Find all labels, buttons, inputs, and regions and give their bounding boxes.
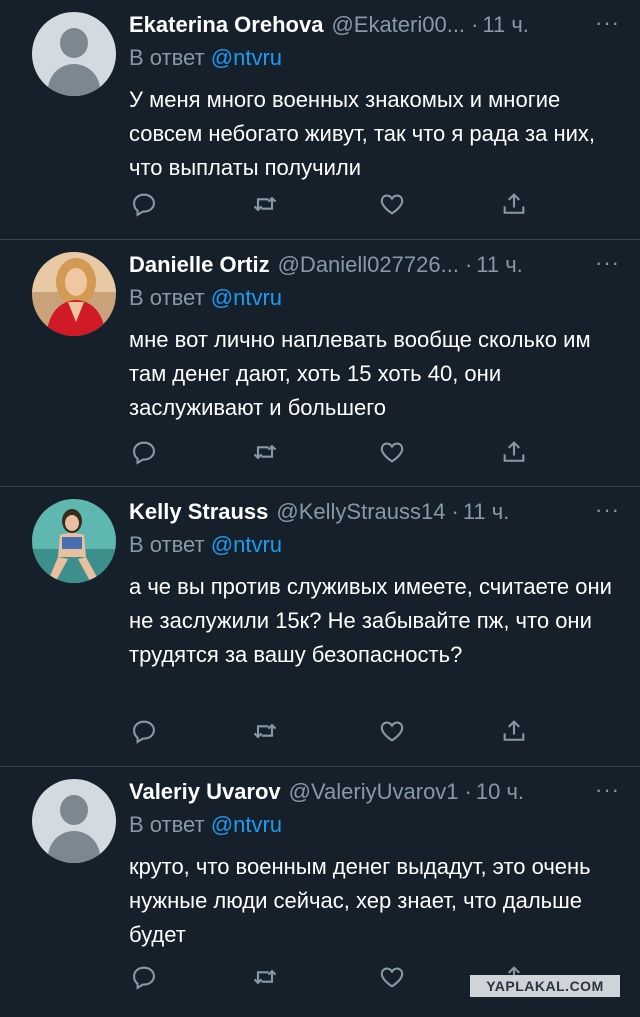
timestamp[interactable]: 11 ч. <box>482 12 529 38</box>
share-icon[interactable] <box>500 438 528 466</box>
reply-icon[interactable] <box>130 717 158 745</box>
separator-dot: · <box>464 252 473 277</box>
like-icon[interactable] <box>378 190 406 218</box>
tweet-text: круто, что военным денег выдадут, это оч… <box>129 854 591 947</box>
like-icon[interactable] <box>378 963 406 991</box>
retweet-icon[interactable] <box>251 963 279 991</box>
avatar[interactable] <box>32 779 116 863</box>
user-handle[interactable]: @ValeriyUvarov1 <box>289 779 459 805</box>
like-icon[interactable] <box>378 438 406 466</box>
tweet-header: Valeriy Uvarov @ValeriyUvarov1 · 10 ч. ·… <box>129 777 620 807</box>
retweet-icon[interactable] <box>251 190 279 218</box>
tweet-header: Kelly Strauss @KellyStrauss14 · 11 ч. ··… <box>129 497 620 527</box>
user-handle[interactable]: @Ekateri00... <box>331 12 465 38</box>
user-handle[interactable]: @KellyStrauss14 <box>276 499 445 525</box>
more-options-icon[interactable]: ··· <box>595 250 620 276</box>
tweet-text: У меня много военных знакомых и многие с… <box>129 87 596 180</box>
more-options-icon[interactable]: ··· <box>595 777 620 803</box>
display-name[interactable]: Ekaterina Orehova <box>129 12 323 38</box>
reply-context: В ответ @ntvru <box>129 812 282 838</box>
mention-link[interactable]: @ntvru <box>211 45 282 70</box>
mention-link[interactable]: @ntvru <box>211 812 282 837</box>
reply-context: В ответ @ntvru <box>129 532 282 558</box>
more-options-icon[interactable]: ··· <box>595 497 620 523</box>
timestamp[interactable]: 10 ч. <box>476 779 524 805</box>
avatar[interactable] <box>32 252 116 336</box>
display-name[interactable]: Danielle Ortiz <box>129 252 270 278</box>
tweet-header: Danielle Ortiz @Daniell027726... · 11 ч.… <box>129 250 620 280</box>
mention-link[interactable]: @ntvru <box>211 285 282 310</box>
reply-icon[interactable] <box>130 963 158 991</box>
mention-link[interactable]: @ntvru <box>211 532 282 557</box>
reply-icon[interactable] <box>130 438 158 466</box>
share-icon[interactable] <box>500 717 528 745</box>
tweet[interactable]: Ekaterina Orehova @Ekateri00... · 11 ч. … <box>0 0 640 240</box>
action-bar <box>130 717 530 747</box>
tweet-text: мне вот лично наплевать вообще сколько и… <box>129 327 591 420</box>
action-bar <box>130 438 530 468</box>
avatar[interactable] <box>32 12 116 96</box>
like-icon[interactable] <box>378 717 406 745</box>
retweet-icon[interactable] <box>251 438 279 466</box>
reply-icon[interactable] <box>130 190 158 218</box>
tweet[interactable]: Danielle Ortiz @Daniell027726... · 11 ч.… <box>0 240 640 487</box>
reply-context: В ответ @ntvru <box>129 285 282 311</box>
reply-prefix: В ответ <box>129 532 205 557</box>
display-name[interactable]: Valeriy Uvarov <box>129 779 281 805</box>
avatar[interactable] <box>32 499 116 583</box>
more-options-icon[interactable]: ··· <box>595 10 620 36</box>
reply-prefix: В ответ <box>129 812 205 837</box>
tweet[interactable]: Kelly Strauss @KellyStrauss14 · 11 ч. ··… <box>0 487 640 767</box>
timestamp[interactable]: 11 ч. <box>476 252 523 278</box>
separator-dot: · <box>464 779 472 804</box>
reply-prefix: В ответ <box>129 285 205 310</box>
site-watermark: YAPLAKAL.COM <box>470 975 620 997</box>
separator-dot: · <box>471 12 479 37</box>
reply-prefix: В ответ <box>129 45 205 70</box>
tweet-text: а че вы против служивых имеете, считаете… <box>129 574 612 667</box>
display-name[interactable]: Kelly Strauss <box>129 499 268 525</box>
share-icon[interactable] <box>500 190 528 218</box>
reply-context: В ответ @ntvru <box>129 45 282 71</box>
separator-dot: · <box>451 499 459 524</box>
tweet-header: Ekaterina Orehova @Ekateri00... · 11 ч. … <box>129 10 620 40</box>
action-bar <box>130 190 530 220</box>
user-handle[interactable]: @Daniell027726... <box>278 252 459 278</box>
retweet-icon[interactable] <box>251 717 279 745</box>
timestamp[interactable]: 11 ч. <box>463 499 510 525</box>
